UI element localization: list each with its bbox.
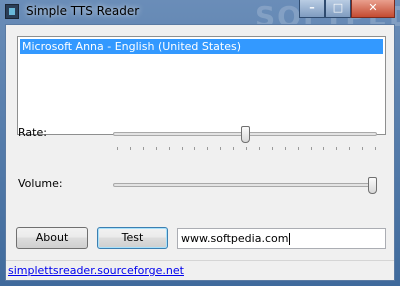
maximize-button[interactable]: □ — [325, 0, 351, 18]
slider-tick — [336, 147, 338, 150]
voice-list-item[interactable]: Microsoft Anna - English (United States) — [20, 39, 383, 54]
voice-listbox[interactable]: Microsoft Anna - English (United States) — [17, 36, 386, 135]
slider-tick — [181, 147, 183, 150]
slider-tick — [258, 147, 260, 150]
client-area: Microsoft Anna - English (United States)… — [5, 24, 395, 281]
title-bar[interactable]: Simple TTS Reader SOFTPEDIA – □ ✕ — [0, 0, 400, 33]
volume-label: Volume: — [18, 177, 63, 190]
rate-label: Rate: — [18, 126, 47, 139]
slider-tick — [284, 147, 286, 150]
slider-tick — [168, 147, 170, 150]
app-icon — [5, 4, 19, 19]
minimize-button[interactable]: – — [299, 0, 325, 18]
slider-tick — [297, 147, 299, 150]
volume-slider-thumb[interactable] — [368, 177, 377, 194]
slider-tick — [271, 147, 273, 150]
url-input[interactable]: www.softpedia.com — [177, 228, 386, 249]
volume-slider-track[interactable] — [113, 183, 377, 187]
close-icon: ✕ — [368, 1, 378, 14]
window-title: Simple TTS Reader — [26, 4, 140, 18]
rate-slider-thumb[interactable] — [240, 126, 250, 143]
about-button[interactable]: About — [16, 227, 88, 249]
slider-tick — [362, 147, 364, 150]
slider-tick — [233, 147, 235, 150]
slider-tick — [117, 147, 118, 150]
slider-tick — [129, 147, 131, 150]
slider-tick — [246, 147, 247, 150]
slider-tick — [142, 147, 144, 150]
text-caret — [289, 233, 291, 245]
app-window: Simple TTS Reader SOFTPEDIA – □ ✕ Micros… — [0, 0, 400, 286]
maximize-icon: □ — [332, 1, 344, 14]
close-button[interactable]: ✕ — [351, 0, 395, 18]
footer-separator — [6, 260, 394, 261]
slider-tick — [194, 147, 196, 150]
minimize-icon: – — [309, 1, 315, 14]
sourceforge-link[interactable]: simplettsreader.sourceforge.net — [8, 264, 184, 277]
rate-slider-ticks — [117, 147, 376, 151]
window-controls: – □ ✕ — [299, 0, 395, 20]
slider-tick — [323, 147, 325, 150]
url-input-value: www.softpedia.com — [181, 232, 289, 245]
slider-tick — [207, 147, 209, 150]
slider-tick — [375, 147, 376, 150]
slider-tick — [349, 147, 351, 150]
slider-tick — [220, 147, 222, 150]
slider-tick — [310, 147, 312, 150]
test-button[interactable]: Test — [97, 227, 168, 249]
slider-tick — [155, 147, 157, 150]
